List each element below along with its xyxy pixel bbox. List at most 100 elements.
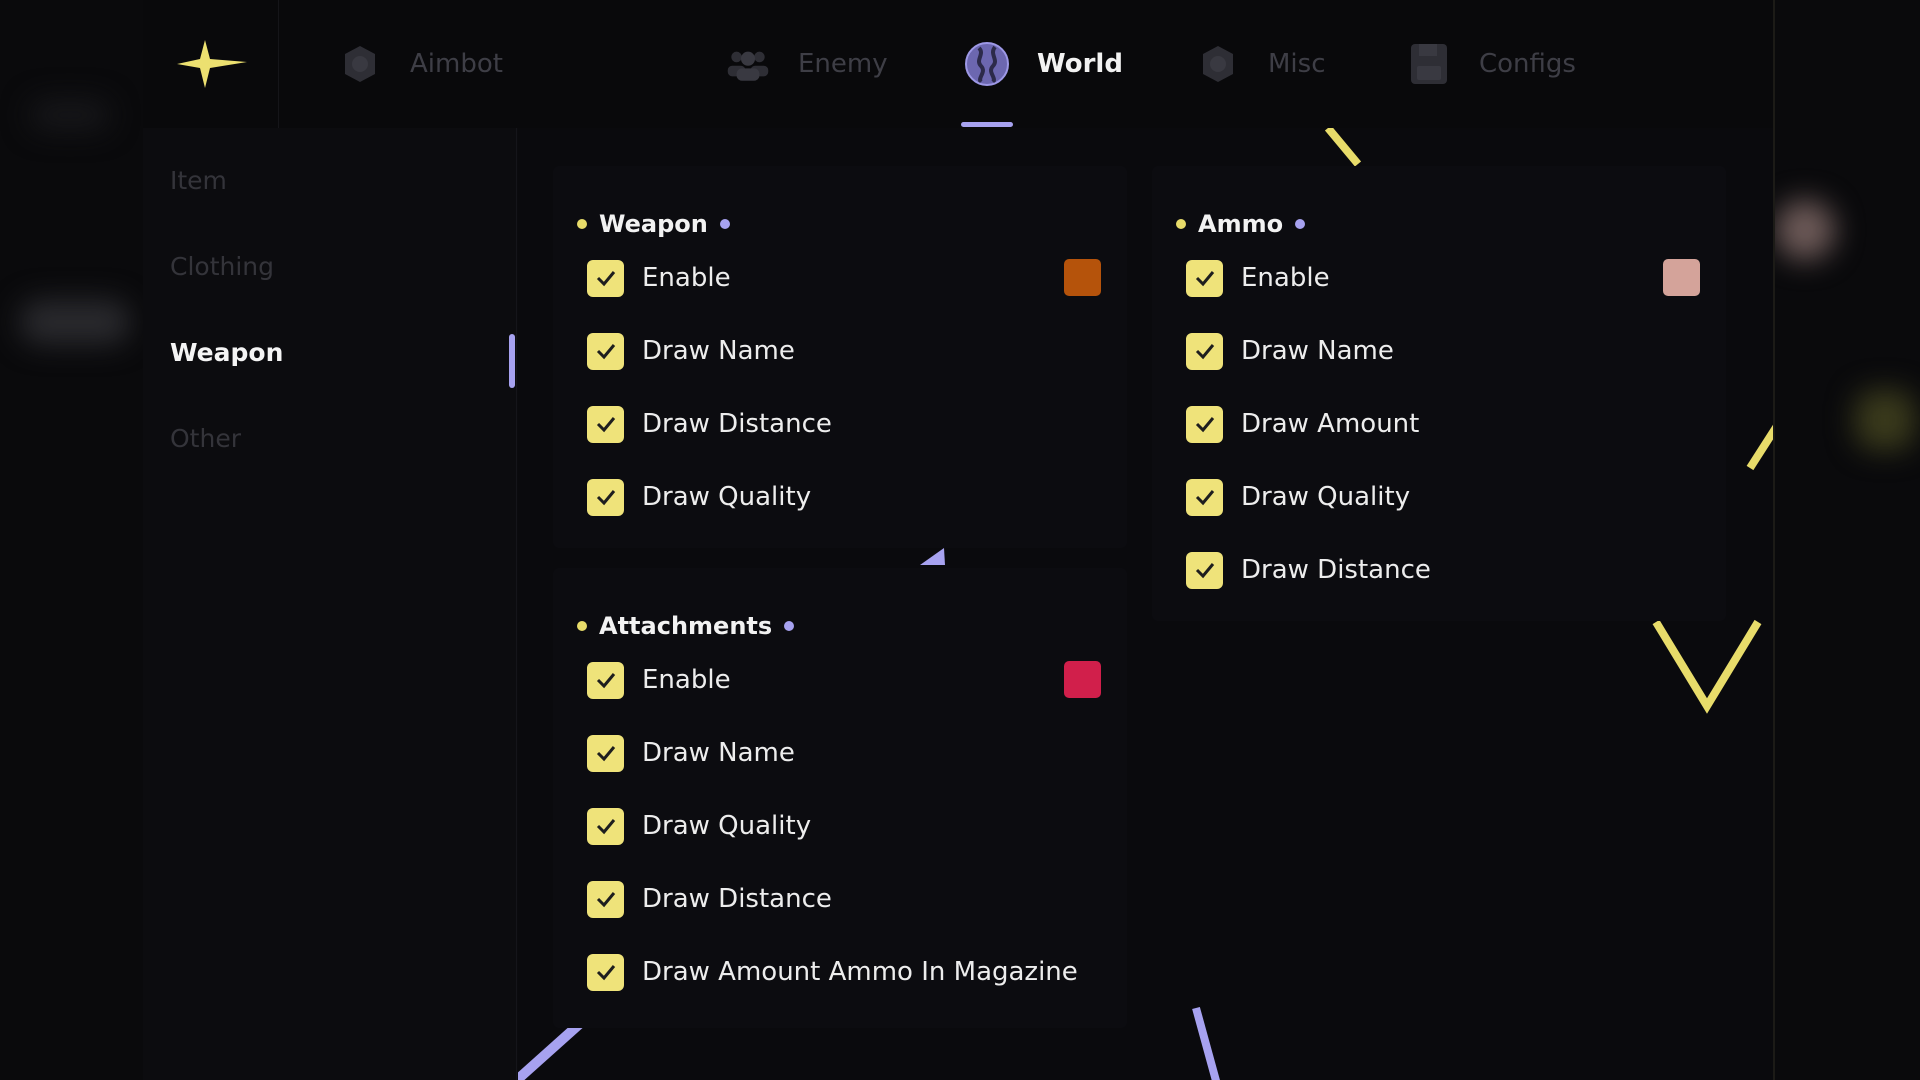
app-window: Aimbot Enemy World Misc Configs Item Clo… bbox=[143, 0, 1775, 1080]
checkbox-label: Draw Name bbox=[1241, 336, 1394, 366]
checkbox-row-enable[interactable]: Enable bbox=[587, 258, 731, 298]
checkmark-icon bbox=[596, 746, 615, 762]
header-dot bbox=[577, 219, 587, 229]
tab-enemy[interactable]: Enemy bbox=[726, 0, 888, 128]
checkbox[interactable] bbox=[1186, 259, 1223, 297]
checkmark-icon bbox=[596, 965, 615, 981]
checkmark-icon bbox=[596, 344, 615, 360]
checkbox-label: Draw Quality bbox=[1241, 482, 1411, 512]
tab-label: Misc bbox=[1268, 49, 1326, 79]
checkbox-row-draw-distance[interactable]: Draw Distance bbox=[587, 404, 832, 444]
checkbox[interactable] bbox=[587, 332, 624, 370]
checkbox[interactable] bbox=[587, 734, 624, 772]
checkbox[interactable] bbox=[587, 259, 624, 297]
checkbox-label: Draw Distance bbox=[642, 409, 832, 439]
background-blur bbox=[1775, 200, 1835, 260]
background-blur bbox=[1855, 390, 1915, 450]
tab-label: World bbox=[1037, 49, 1123, 79]
sidebar-item-item[interactable]: Item bbox=[170, 166, 227, 195]
tab-misc[interactable]: Misc bbox=[1196, 0, 1326, 128]
sidebar-item-other[interactable]: Other bbox=[170, 424, 241, 453]
checkbox[interactable] bbox=[587, 405, 624, 443]
header-dot bbox=[784, 621, 795, 631]
sidebar: Item Clothing Weapon Other bbox=[143, 128, 517, 1080]
checkbox-row-draw-amount[interactable]: Draw Amount bbox=[1186, 404, 1419, 444]
checkbox-row-draw-quality[interactable]: Draw Quality bbox=[587, 477, 811, 517]
header-dot bbox=[577, 621, 587, 631]
checkbox[interactable] bbox=[587, 661, 624, 699]
tab-world[interactable]: World bbox=[965, 0, 1123, 128]
sidebar-item-weapon[interactable]: Weapon bbox=[170, 338, 283, 367]
checkbox[interactable] bbox=[1186, 478, 1223, 516]
checkbox-row-draw-quality[interactable]: Draw Quality bbox=[587, 806, 811, 846]
checkbox[interactable] bbox=[1186, 332, 1223, 370]
checkbox-row-enable[interactable]: Enable bbox=[587, 660, 731, 700]
checkmark-icon bbox=[1195, 271, 1214, 287]
checkbox[interactable] bbox=[587, 880, 624, 918]
active-sidebar-indicator bbox=[509, 334, 515, 388]
checkbox[interactable] bbox=[587, 478, 624, 516]
checkbox-row-draw-distance[interactable]: Draw Distance bbox=[1186, 550, 1431, 590]
checkbox-row-enable[interactable]: Enable bbox=[1186, 258, 1330, 298]
main-content: Weapon Enable Draw Name Draw Distance Dr… bbox=[518, 128, 1773, 1080]
checkbox-label: Draw Name bbox=[642, 738, 795, 768]
sidebar-item-clothing[interactable]: Clothing bbox=[170, 252, 274, 281]
checkbox-row-draw-name[interactable]: Draw Name bbox=[1186, 331, 1394, 371]
checkbox-label: Draw Distance bbox=[642, 884, 832, 914]
globe-icon bbox=[965, 42, 1009, 86]
checkbox-label: Enable bbox=[642, 665, 731, 695]
tab-label: Enemy bbox=[798, 49, 888, 79]
checkbox-row-draw-distance[interactable]: Draw Distance bbox=[587, 879, 832, 919]
panel-header: Ammo bbox=[1176, 210, 1306, 238]
header-dot bbox=[719, 219, 730, 229]
checkbox-label: Draw Distance bbox=[1241, 555, 1431, 585]
background-blur bbox=[30, 100, 110, 130]
header-dot bbox=[1176, 219, 1186, 229]
users-icon bbox=[726, 42, 770, 86]
star-logo-icon bbox=[176, 40, 247, 88]
top-navigation-bar: Aimbot Enemy World Misc Configs bbox=[143, 0, 1773, 128]
checkbox[interactable] bbox=[587, 807, 624, 845]
checkmark-icon bbox=[1195, 344, 1214, 360]
floppy-disk-icon bbox=[1407, 42, 1451, 86]
checkbox-label: Enable bbox=[1241, 263, 1330, 293]
color-picker-swatch[interactable] bbox=[1663, 259, 1700, 296]
checkmark-icon bbox=[596, 819, 615, 835]
attachments-panel: Attachments Enable Draw Name Draw Qualit… bbox=[553, 568, 1127, 1028]
tab-label: Aimbot bbox=[410, 49, 503, 79]
checkbox-label: Enable bbox=[642, 263, 731, 293]
color-picker-swatch[interactable] bbox=[1064, 661, 1101, 698]
checkmark-icon bbox=[596, 271, 615, 287]
checkmark-icon bbox=[596, 892, 615, 908]
checkbox-label: Draw Quality bbox=[642, 482, 812, 512]
weapon-panel: Weapon Enable Draw Name Draw Distance Dr… bbox=[553, 166, 1127, 548]
checkmark-icon bbox=[596, 490, 615, 506]
panel-header: Attachments bbox=[577, 612, 795, 640]
checkbox-row-draw-name[interactable]: Draw Name bbox=[587, 331, 795, 371]
checkbox[interactable] bbox=[1186, 551, 1223, 589]
checkbox-row-draw-amount-ammo[interactable]: Draw Amount Ammo In Magazine bbox=[587, 952, 1078, 992]
tab-label: Configs bbox=[1479, 49, 1576, 79]
panel-header: Weapon bbox=[577, 210, 730, 238]
checkmark-icon bbox=[596, 417, 615, 433]
header-dot bbox=[1295, 219, 1306, 229]
checkbox[interactable] bbox=[1186, 405, 1223, 443]
checkmark-icon bbox=[1195, 563, 1214, 579]
panel-title: Ammo bbox=[1198, 210, 1284, 238]
checkbox-label: Draw Amount bbox=[1241, 409, 1420, 439]
checkbox-row-draw-name[interactable]: Draw Name bbox=[587, 733, 795, 773]
checkbox-row-draw-quality[interactable]: Draw Quality bbox=[1186, 477, 1410, 517]
tab-aimbot[interactable]: Aimbot bbox=[338, 0, 503, 128]
logo bbox=[143, 0, 279, 128]
checkmark-icon bbox=[1195, 417, 1214, 433]
panel-title: Attachments bbox=[599, 612, 773, 640]
tab-configs[interactable]: Configs bbox=[1407, 0, 1576, 128]
checkmark-icon bbox=[1195, 490, 1214, 506]
ammo-panel: Ammo Enable Draw Name Draw Amount Draw Q… bbox=[1152, 166, 1726, 621]
checkbox-label: Draw Quality bbox=[642, 811, 812, 841]
color-picker-swatch[interactable] bbox=[1064, 259, 1101, 296]
chip-icon bbox=[1196, 42, 1240, 86]
checkbox[interactable] bbox=[587, 953, 624, 991]
chip-icon bbox=[338, 42, 382, 86]
checkbox-label: Draw Amount Ammo In Magazine bbox=[642, 957, 1078, 987]
